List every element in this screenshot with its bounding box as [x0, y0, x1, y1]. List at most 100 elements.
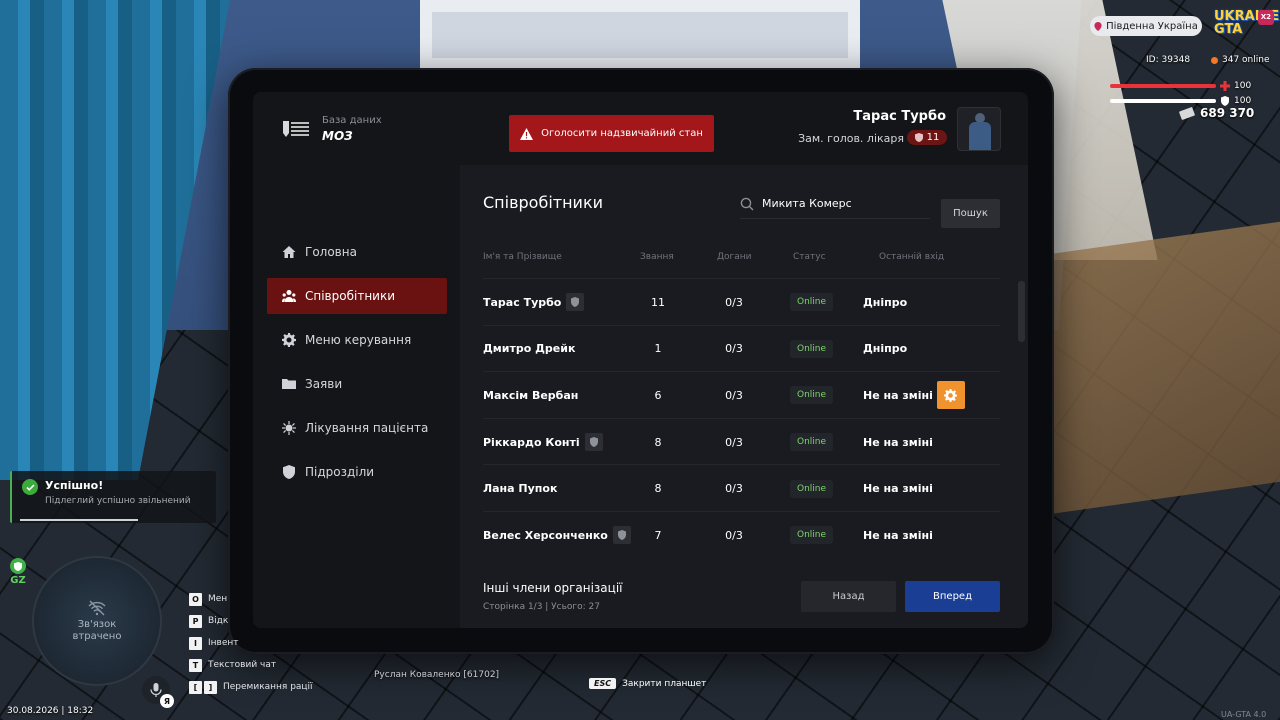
- logo-title: МОЗ: [322, 129, 353, 143]
- employee-last-login: Дніпро: [863, 279, 907, 326]
- other-members-title: Інші члени організації: [483, 581, 623, 595]
- toast-title: Успішно!: [45, 479, 104, 492]
- employee-last-login: Не на зміні: [863, 512, 933, 558]
- shield-icon: [584, 433, 603, 452]
- armor-bar-fill: [1110, 99, 1216, 103]
- health-bar-fill: [1110, 84, 1216, 88]
- status-badge: Online: [790, 433, 834, 452]
- hotkey-key-pair: []: [189, 680, 217, 694]
- employee-name-cell: Ріккардо Конті: [483, 419, 603, 466]
- employee-last-login: Не на зміні: [863, 419, 933, 466]
- table-row[interactable]: Лана Пупок 8 0/3 Online Не на зміні: [483, 464, 1000, 511]
- users-icon: [282, 289, 296, 303]
- last-login-text: Не на зміні: [863, 482, 933, 496]
- column-header-last-login: Останній вхід: [879, 252, 945, 262]
- gear-icon: [282, 333, 296, 347]
- profile-name: Тарас Турбо: [853, 109, 946, 124]
- status-badge: Online: [790, 386, 834, 405]
- close-tablet-hint: ESC Закрити планшет: [589, 678, 706, 689]
- profile-rank-title: Зам. голов. лікаря: [798, 132, 904, 145]
- status-badge: Online: [790, 339, 834, 358]
- sidebar-item-applications[interactable]: Заяви: [267, 366, 447, 402]
- map-pin-icon: [1094, 21, 1102, 31]
- employee-name-cell: Дмитро Дрейк: [483, 326, 575, 373]
- sidebar-item-control-menu[interactable]: Меню керування: [267, 322, 447, 358]
- next-button[interactable]: Вперед: [905, 581, 1000, 612]
- employee-last-login: Не на зміні: [863, 372, 965, 419]
- ministry-logo-icon: [283, 119, 309, 139]
- last-login-text: Не на зміні: [863, 388, 933, 402]
- employee-last-login: Не на зміні: [863, 465, 933, 512]
- employee-reprimands: 0/3: [725, 342, 743, 356]
- check-icon: [22, 479, 38, 495]
- success-toast: Успішно! Підлеглий успішно звільнений: [10, 471, 216, 523]
- server-multiplier-badge: X2: [1257, 10, 1274, 25]
- employee-rank: 8: [654, 482, 662, 496]
- sidebar-item-label: Лікування пацієнта: [305, 421, 429, 435]
- window: [420, 0, 860, 70]
- search-button[interactable]: Пошук: [941, 199, 1000, 228]
- microphone-button[interactable]: Я: [142, 676, 174, 708]
- rank-badge: 11: [907, 130, 947, 145]
- page-title: Співробітники: [483, 193, 604, 212]
- employee-reprimands: 0/3: [725, 482, 743, 496]
- hotkey-key: P: [189, 614, 202, 628]
- employee-name-cell: Велес Херсонченко: [483, 512, 631, 558]
- sidebar-item-home[interactable]: Головна: [267, 234, 447, 270]
- hotkey-label: Текстовий чат: [208, 660, 277, 670]
- table-row[interactable]: Ріккардо Конті 8 0/3 Online Не на зміні: [483, 417, 1000, 466]
- hotkey-key: O: [189, 592, 202, 606]
- employee-rank: 1: [654, 342, 662, 356]
- table-row[interactable]: Тарас Турбо 11 0/3 Online Дніпро: [483, 278, 1000, 325]
- esc-key: ESC: [589, 678, 617, 689]
- last-login-text: Дніпро: [863, 342, 908, 356]
- search-input[interactable]: [762, 197, 922, 210]
- column-header-rank: Звання: [640, 252, 674, 262]
- employee-reprimands: 0/3: [725, 295, 743, 309]
- hotkey-menu: O Мен: [189, 588, 313, 610]
- sidebar-item-patient-treatment[interactable]: Лікування пацієнта: [267, 410, 447, 446]
- armor-shield-icon: [1221, 96, 1229, 106]
- hotkey-list: O Мен P Відк I Інвент T Текстовий чат [] Пере…: [189, 588, 313, 698]
- player-id: ID: 39348: [1146, 55, 1191, 65]
- back-button[interactable]: Назад: [801, 581, 896, 612]
- microphone-icon: [150, 683, 162, 697]
- table-scrollbar[interactable]: [1018, 281, 1025, 342]
- health-bar: [1110, 84, 1216, 88]
- sidebar: База даних МОЗ Головна Співробітники Мен…: [253, 92, 460, 628]
- warning-icon: [520, 127, 534, 140]
- table-header: Ім'я та Прізвище Звання Догани Статус Ос…: [483, 252, 1003, 272]
- employee-name: Лана Пупок: [483, 482, 558, 496]
- page-info: Сторінка 1/3 | Усього: 27: [483, 602, 601, 612]
- employee-reprimands: 0/3: [725, 435, 743, 449]
- gear-icon[interactable]: [936, 381, 965, 410]
- hotkey-radio-switch: [] Перемикання рації: [189, 676, 313, 698]
- hotkey-key: T: [189, 658, 202, 672]
- employee-rank: 6: [654, 388, 662, 402]
- sidebar-item-employees[interactable]: Співробітники: [267, 278, 447, 314]
- virus-icon: [282, 421, 296, 435]
- shield-icon: [282, 465, 296, 479]
- health-cross-icon: [1220, 81, 1230, 91]
- column-header-reprimands: Догани: [717, 252, 752, 262]
- table-row[interactable]: Дмитро Дрейк 1 0/3 Online Дніпро: [483, 324, 1000, 373]
- wooden-panel: [1020, 221, 1280, 519]
- sidebar-item-label: Заяви: [305, 377, 343, 391]
- column-header-name: Ім'я та Прізвище: [483, 252, 562, 262]
- employee-name-cell: Лана Пупок: [483, 465, 557, 512]
- avatar[interactable]: [957, 107, 1001, 151]
- minimap-status: Зв'язок втрачено: [72, 618, 122, 642]
- table-row[interactable]: Велес Херсонченко 7 0/3 Online Не на зміні: [483, 510, 1000, 558]
- game-version: UA-GTA 4.0: [1221, 710, 1267, 719]
- sidebar-item-departments[interactable]: Підрозділи: [267, 454, 447, 490]
- hotkey-label: Інвент: [208, 638, 239, 648]
- employee-reprimands: 0/3: [725, 388, 743, 402]
- column-header-status: Статус: [793, 252, 826, 262]
- employee-name: Ріккардо Конті: [483, 435, 580, 449]
- hotkey-label: Відк: [208, 616, 229, 626]
- language-badge: Я: [160, 694, 174, 708]
- toast-progress: [20, 519, 138, 521]
- table-row[interactable]: Максім Вербан 6 0/3 Online Не на зміні: [483, 371, 1000, 418]
- logo-subtitle: База даних: [322, 115, 382, 126]
- declare-emergency-button[interactable]: Оголосити надзвичайний стан: [509, 115, 714, 152]
